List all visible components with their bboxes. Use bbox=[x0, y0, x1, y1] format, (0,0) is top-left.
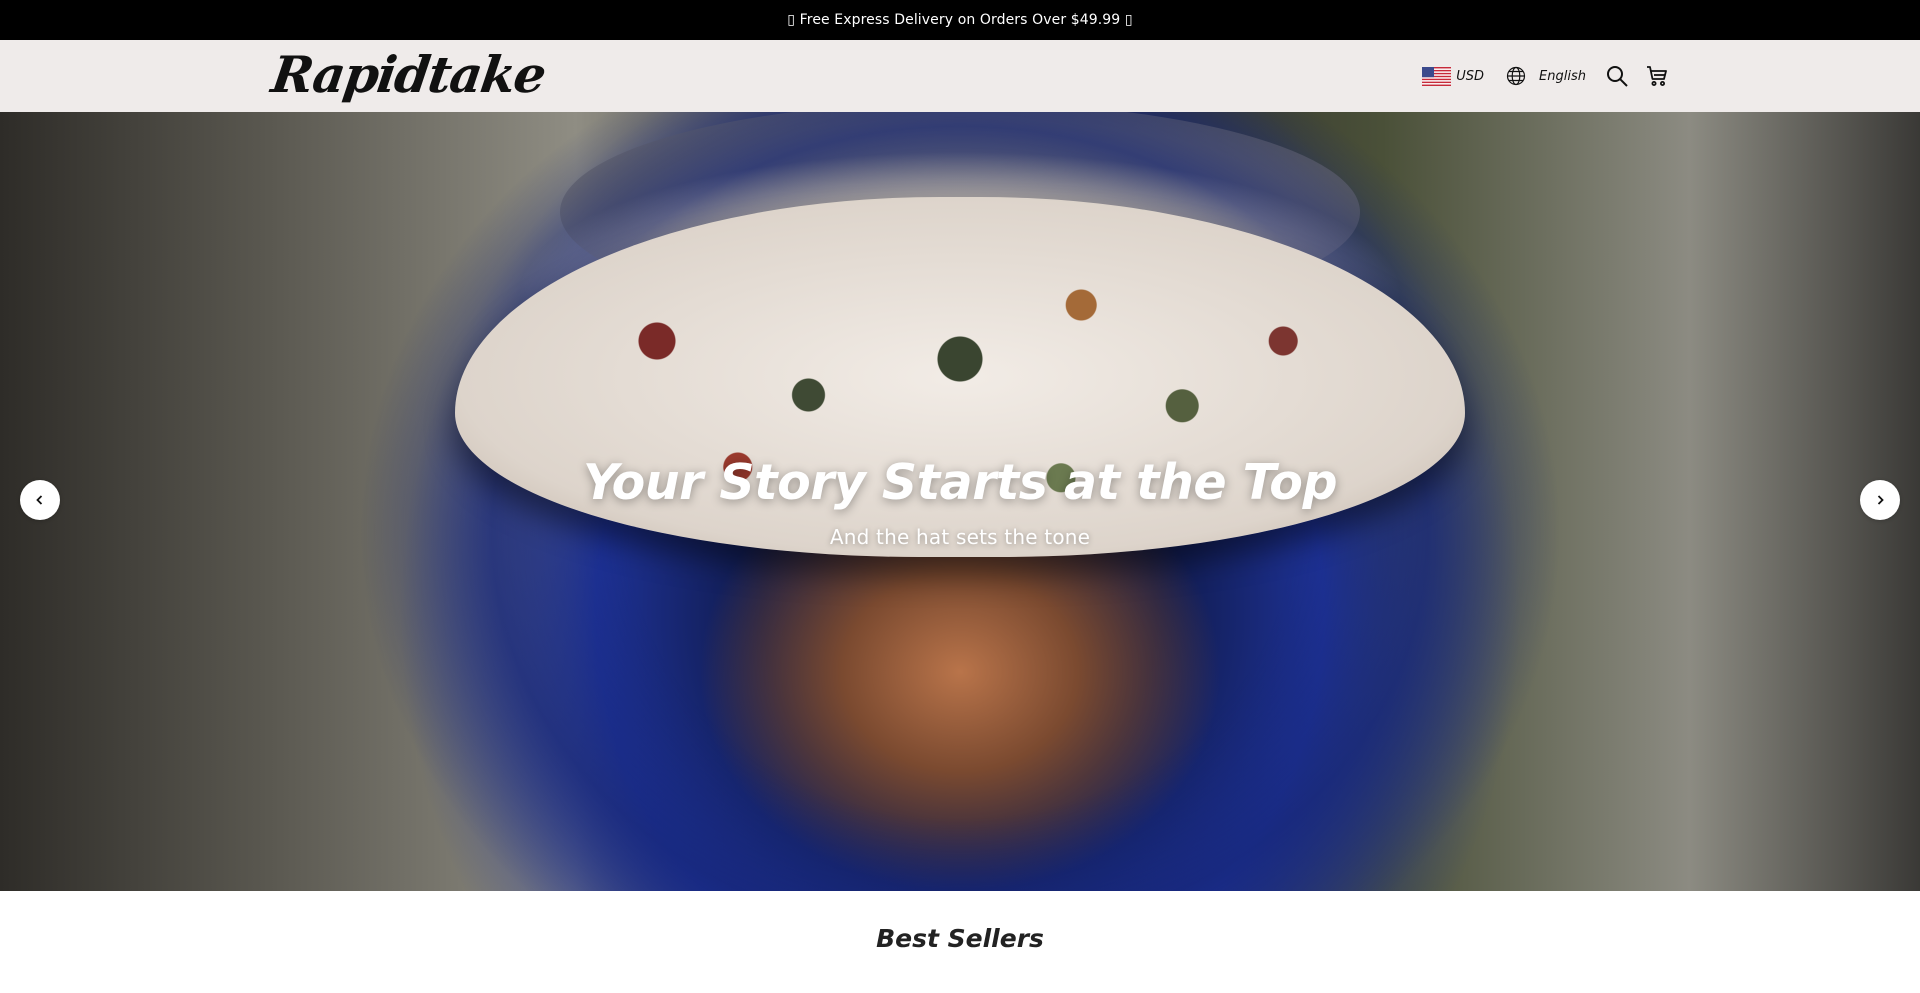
currency-label: USD bbox=[1456, 68, 1485, 84]
currency-selector[interactable]: USD bbox=[1422, 66, 1485, 86]
logo[interactable]: Rapidtake bbox=[267, 42, 549, 108]
hero-slideshow: Your Story Starts at the Top And the hat… bbox=[0, 112, 1920, 891]
language-label: English bbox=[1539, 68, 1586, 84]
search-icon bbox=[1607, 66, 1628, 87]
cart-button[interactable] bbox=[1644, 63, 1670, 89]
search-button[interactable] bbox=[1604, 63, 1630, 89]
hero-title: Your Story Starts at the Top bbox=[582, 454, 1338, 511]
cart-icon bbox=[1647, 66, 1667, 86]
language-selector[interactable]: English bbox=[1506, 66, 1586, 86]
hero-subtitle: And the hat sets the tone bbox=[829, 525, 1091, 549]
best-sellers-title: Best Sellers bbox=[876, 924, 1044, 953]
chevron-left-icon bbox=[36, 495, 43, 505]
slideshow-prev-button[interactable] bbox=[20, 480, 60, 520]
header-actions: USD English bbox=[1422, 40, 1670, 112]
site-header: Rapidtake USD English bbox=[0, 40, 1920, 112]
us-flag-icon bbox=[1422, 66, 1452, 86]
announcement-bar: ▯ Free Express Delivery on Orders Over $… bbox=[0, 0, 1920, 40]
slideshow-next-button[interactable] bbox=[1860, 480, 1900, 520]
globe-icon bbox=[1506, 66, 1526, 86]
announcement-text: ▯ Free Express Delivery on Orders Over $… bbox=[787, 12, 1133, 28]
chevron-right-icon bbox=[1877, 495, 1884, 505]
